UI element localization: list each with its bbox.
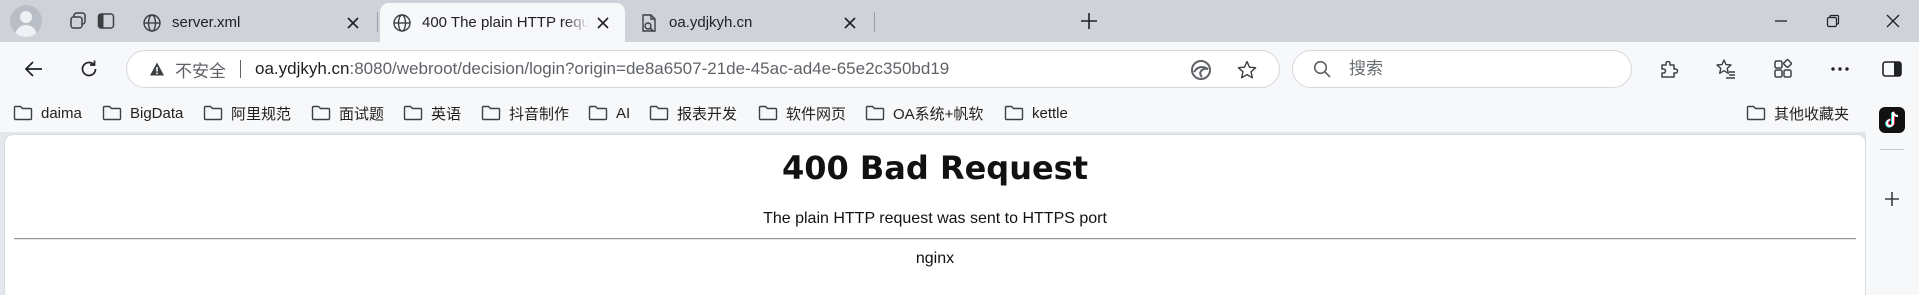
folder-icon bbox=[311, 105, 331, 121]
puzzle-icon bbox=[1661, 60, 1679, 78]
close-tab-icon[interactable] bbox=[339, 9, 367, 37]
folder-icon bbox=[1746, 105, 1766, 121]
bookmark-label: BigData bbox=[130, 104, 184, 122]
server-name: nginx bbox=[915, 250, 955, 267]
minimize-icon bbox=[1775, 20, 1787, 22]
close-tab-icon[interactable] bbox=[836, 9, 864, 37]
broken-page-icon bbox=[642, 13, 656, 32]
more-menu-button[interactable] bbox=[1823, 52, 1857, 86]
bookmark-folder[interactable]: 面试题 bbox=[311, 100, 384, 126]
close-window-button[interactable] bbox=[1870, 0, 1916, 42]
sidebar-toggle-button[interactable] bbox=[1875, 52, 1909, 86]
bookmark-folder[interactable]: 软件网页 bbox=[758, 100, 846, 126]
folder-icon bbox=[1004, 105, 1024, 121]
bookmark-folder[interactable]: BigData bbox=[102, 100, 183, 126]
add-sidebar-app-button[interactable] bbox=[1875, 182, 1909, 216]
search-icon bbox=[1313, 59, 1333, 79]
folder-icon bbox=[588, 105, 608, 121]
favorites-list-icon bbox=[1716, 59, 1735, 79]
other-favorites-folder[interactable]: 其他收藏夹 bbox=[1746, 100, 1849, 126]
error-message: The plain HTTP request was sent to HTTPS… bbox=[763, 210, 1107, 227]
bookmark-label: 面试题 bbox=[339, 105, 385, 123]
close-icon bbox=[1886, 14, 1900, 28]
edge-sidebar bbox=[1866, 94, 1919, 295]
tiktok-icon bbox=[1879, 107, 1905, 133]
tab-title: 400 The plain HTTP request was sent to H… bbox=[422, 14, 589, 31]
bookmark-folder[interactable]: 抖音制作 bbox=[481, 100, 569, 126]
tab-server-xml[interactable]: server.xml bbox=[130, 3, 375, 42]
folder-icon bbox=[203, 105, 223, 121]
bookmark-label: AI bbox=[616, 104, 631, 122]
folder-icon bbox=[102, 105, 122, 121]
bookmarks-bar: daima BigData 阿里规范 面试题 英语 抖音制作 AI 报表开发 软… bbox=[0, 94, 1919, 132]
restore-button[interactable] bbox=[1810, 0, 1856, 42]
bookmark-folder[interactable]: daima bbox=[13, 100, 82, 126]
bookmark-label: 阿里规范 bbox=[231, 105, 292, 123]
collections-icon bbox=[1774, 59, 1792, 78]
search-input[interactable] bbox=[1349, 59, 1609, 79]
edge-icon[interactable] bbox=[1190, 59, 1212, 81]
sidebar-icon bbox=[1882, 61, 1902, 77]
globe-icon bbox=[393, 13, 411, 32]
url-text[interactable]: oa.ydjkyh.cn:8080/webroot/decision/login… bbox=[255, 59, 949, 79]
refresh-button[interactable] bbox=[72, 52, 106, 86]
bookmark-folder[interactable]: OA系统+帆软 bbox=[865, 100, 983, 126]
close-tab-icon[interactable] bbox=[589, 9, 617, 37]
favorites-button[interactable] bbox=[1709, 52, 1743, 86]
bookmark-folder[interactable]: 英语 bbox=[403, 100, 461, 126]
divider bbox=[14, 238, 1856, 240]
folder-icon bbox=[649, 105, 669, 121]
bookmark-label: 抖音制作 bbox=[509, 105, 570, 123]
tab-title: oa.ydjkyh.cn bbox=[669, 14, 753, 31]
plus-icon bbox=[1081, 13, 1097, 29]
arrow-left-icon bbox=[24, 61, 42, 77]
bookmark-label: 英语 bbox=[431, 105, 462, 123]
folder-icon bbox=[758, 105, 778, 121]
tiktok-sidebar-app[interactable] bbox=[1875, 103, 1909, 137]
tab-oa-ydjkyh[interactable]: oa.ydjkyh.cn bbox=[627, 3, 872, 42]
address-bar[interactable]: 不安全 oa.ydjkyh.cn:8080/webroot/decision/l… bbox=[126, 50, 1280, 88]
favorite-star-icon[interactable] bbox=[1236, 59, 1258, 81]
url-path: :8080/webroot/decision/login?origin=de8a… bbox=[349, 59, 950, 78]
tab-actions-icon[interactable] bbox=[90, 6, 122, 36]
bookmark-label: 软件网页 bbox=[786, 105, 847, 123]
bookmark-label: 报表开发 bbox=[677, 105, 738, 123]
extensions-button[interactable] bbox=[1652, 52, 1686, 86]
warning-triangle-icon[interactable] bbox=[149, 61, 165, 77]
other-favorites-label: 其他收藏夹 bbox=[1774, 105, 1850, 123]
page-title: 400 Bad Request bbox=[781, 149, 1089, 187]
bookmark-folder[interactable]: 阿里规范 bbox=[203, 100, 291, 126]
folder-icon bbox=[13, 105, 33, 121]
url-host: oa.ydjkyh.cn bbox=[255, 59, 350, 78]
folder-icon bbox=[481, 105, 501, 121]
navigation-toolbar: 不安全 oa.ydjkyh.cn:8080/webroot/decision/l… bbox=[0, 42, 1919, 94]
back-button[interactable] bbox=[17, 52, 51, 86]
minimize-button[interactable] bbox=[1758, 0, 1804, 42]
plus-icon bbox=[1885, 192, 1899, 206]
folder-icon bbox=[865, 105, 885, 121]
bookmark-label: daima bbox=[41, 104, 82, 122]
page-viewport: 400 Bad Request The plain HTTP request w… bbox=[5, 135, 1865, 295]
bookmark-folder[interactable]: AI bbox=[588, 100, 630, 126]
tab-title: server.xml bbox=[172, 14, 241, 31]
bookmark-label: kettle bbox=[1032, 104, 1068, 122]
search-box[interactable] bbox=[1292, 50, 1632, 88]
not-secure-label[interactable]: 不安全 bbox=[175, 57, 226, 82]
tab-400-bad-request[interactable]: 400 The plain HTTP request was sent to H… bbox=[380, 3, 625, 42]
more-horizontal-icon bbox=[1831, 67, 1849, 71]
restore-icon bbox=[1826, 14, 1840, 28]
bookmark-folder[interactable]: 报表开发 bbox=[649, 100, 737, 126]
folder-icon bbox=[403, 105, 423, 121]
globe-icon bbox=[143, 13, 161, 32]
profile-avatar[interactable] bbox=[10, 5, 42, 37]
new-tab-button[interactable] bbox=[1074, 6, 1104, 36]
collections-button[interactable] bbox=[1766, 52, 1800, 86]
bookmark-label: OA系统+帆软 bbox=[893, 105, 984, 123]
refresh-icon bbox=[81, 60, 97, 77]
tab-strip: server.xml 400 The plain HTTP request wa… bbox=[0, 0, 1919, 42]
bookmark-folder[interactable]: kettle bbox=[1004, 100, 1068, 126]
